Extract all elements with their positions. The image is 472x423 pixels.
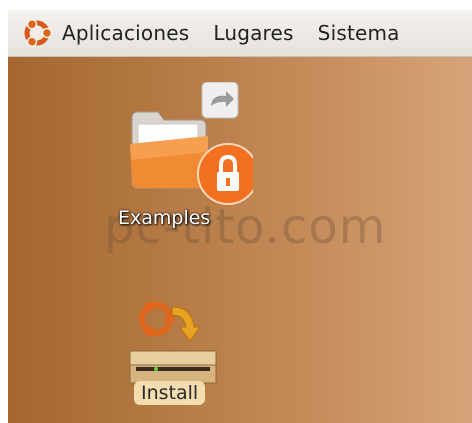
desktop-icon-label-install[interactable]: Install xyxy=(134,381,206,405)
lock-emblem-icon xyxy=(197,143,253,205)
folder-icon[interactable] xyxy=(128,82,253,207)
desktop-icon-label-examples[interactable]: Examples xyxy=(118,207,210,229)
menu-sistema[interactable]: Sistema xyxy=(318,21,400,45)
install-drive-icon[interactable] xyxy=(126,297,222,387)
ubuntu-logo-icon[interactable] xyxy=(20,16,54,50)
menu-lugares[interactable]: Lugares xyxy=(213,21,293,45)
top-panel: Aplicaciones Lugares Sistema xyxy=(8,10,472,57)
menu-aplicaciones[interactable]: Aplicaciones xyxy=(62,21,189,45)
desktop-background: pc-tito.com Examples Install xyxy=(8,57,472,423)
symlink-arrow-icon xyxy=(201,82,239,119)
screen: Aplicaciones Lugares Sistema pc-tito.com xyxy=(8,10,472,423)
ubuntu-install-arrow-icon xyxy=(139,302,201,342)
